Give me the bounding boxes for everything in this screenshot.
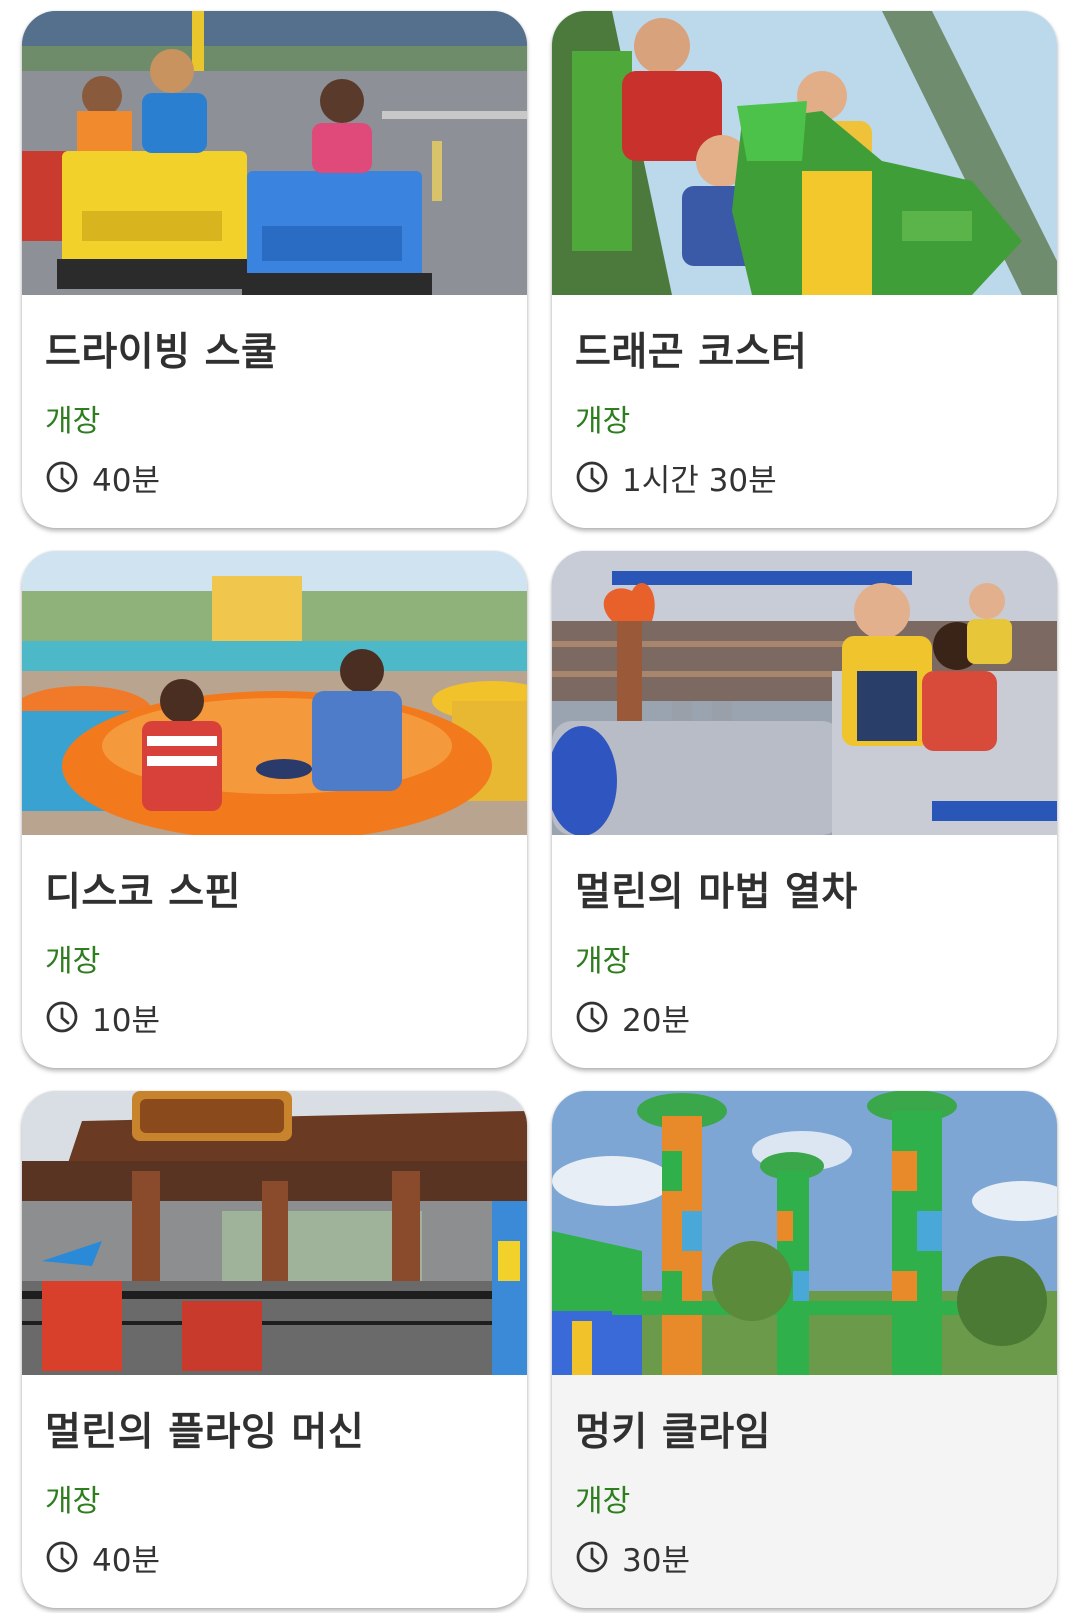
attraction-photo [552, 11, 1057, 295]
wait-time: 1시간 30분 [622, 462, 777, 499]
attraction-card-monkey-climb[interactable]: 멍키 클라임 개장 30분 [552, 1091, 1057, 1608]
wait-time-row: 20분 [575, 997, 690, 1039]
attraction-card-merlins-flying-machine[interactable]: 멀린의 플라잉 머신 개장 40분 [22, 1091, 527, 1608]
wait-time: 40분 [92, 462, 160, 499]
attraction-status: 개장 [45, 1484, 101, 1519]
wait-time-row: 1시간 30분 [575, 457, 777, 499]
attraction-name: 멀린의 플라잉 머신 [45, 1410, 365, 1455]
attraction-name: 드라이빙 스쿨 [45, 330, 278, 375]
wait-time: 40분 [92, 1542, 160, 1579]
attraction-card-disco-spin[interactable]: 디스코 스핀 개장 10분 [22, 551, 527, 1068]
clock-icon [575, 460, 609, 494]
attraction-status: 개장 [575, 944, 631, 979]
attraction-photo [22, 551, 527, 835]
attraction-status: 개장 [45, 944, 101, 979]
wait-time: 20분 [622, 1002, 690, 1039]
wait-time: 10분 [92, 1002, 160, 1039]
attraction-card-driving-school[interactable]: 드라이빙 스쿨 개장 40분 [22, 11, 527, 528]
wait-time: 30분 [622, 1542, 690, 1579]
attraction-name: 멀린의 마법 열차 [575, 870, 858, 915]
attraction-grid: 드라이빙 스쿨 개장 40분 드래곤 코스터 개장 1시간 30분 디스코 스핀… [22, 11, 1057, 1608]
clock-icon [45, 460, 79, 494]
attraction-status: 개장 [575, 1484, 631, 1519]
clock-icon [575, 1540, 609, 1574]
attraction-photo [22, 1091, 527, 1375]
attraction-name: 디스코 스핀 [45, 870, 241, 915]
wait-time-row: 10분 [45, 997, 160, 1039]
attraction-photo [552, 1091, 1057, 1375]
attraction-card-merlins-magic-train[interactable]: 멀린의 마법 열차 개장 20분 [552, 551, 1057, 1068]
clock-icon [575, 1000, 609, 1034]
attraction-card-dragon-coaster[interactable]: 드래곤 코스터 개장 1시간 30분 [552, 11, 1057, 528]
attraction-name: 멍키 클라임 [575, 1410, 771, 1455]
wait-time-row: 40분 [45, 1537, 160, 1579]
attraction-status: 개장 [575, 404, 631, 439]
clock-icon [45, 1000, 79, 1034]
wait-time-row: 30분 [575, 1537, 690, 1579]
attraction-name: 드래곤 코스터 [575, 330, 808, 375]
attraction-photo [22, 11, 527, 295]
clock-icon [45, 1540, 79, 1574]
attraction-photo [552, 551, 1057, 835]
attraction-status: 개장 [45, 404, 101, 439]
wait-time-row: 40분 [45, 457, 160, 499]
